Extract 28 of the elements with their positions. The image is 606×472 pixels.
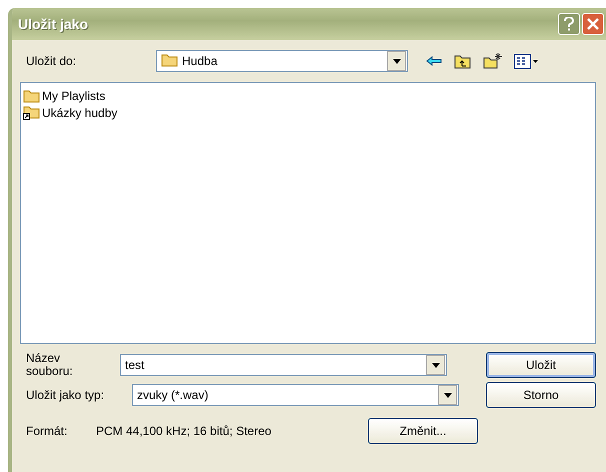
dropdown-arrow-icon (444, 392, 452, 398)
view-menu-icon[interactable] (514, 54, 538, 68)
file-type-label: Uložit jako typ: (25, 388, 106, 402)
folder-item[interactable]: My Playlists (23, 87, 593, 104)
help-button[interactable] (558, 13, 580, 35)
close-button[interactable] (582, 13, 604, 35)
dropdown-arrow-icon (432, 362, 440, 368)
save-button[interactable]: Uložit (486, 352, 596, 378)
folder-icon (23, 88, 40, 102)
format-label: Formát: (25, 424, 68, 438)
folder-shortcut-icon (23, 105, 40, 120)
window-title: Uložit jako (18, 16, 90, 32)
dropdown-arrow-icon (392, 58, 400, 64)
format-value: PCM 44,100 kHz; 16 bitů; Stereo (96, 424, 272, 438)
location-dropdown[interactable]: Hudba (156, 50, 408, 72)
cancel-button[interactable]: Storno (486, 382, 596, 408)
music-folder-icon (161, 52, 178, 66)
back-arrow-icon[interactable] (426, 56, 442, 66)
close-icon (587, 18, 599, 30)
file-name-label: Název souboru: (25, 352, 74, 378)
help-icon (564, 17, 574, 31)
up-folder-icon[interactable] (454, 54, 471, 68)
file-type-dropdown[interactable]: zvuky (*.wav) (132, 384, 459, 406)
file-name-field[interactable]: test (120, 354, 447, 376)
change-button[interactable]: Změnit... (368, 418, 478, 444)
location-label: Uložit do: (25, 54, 78, 68)
folder-item[interactable]: Ukázky hudby (23, 104, 593, 121)
new-folder-icon[interactable] (483, 53, 502, 69)
